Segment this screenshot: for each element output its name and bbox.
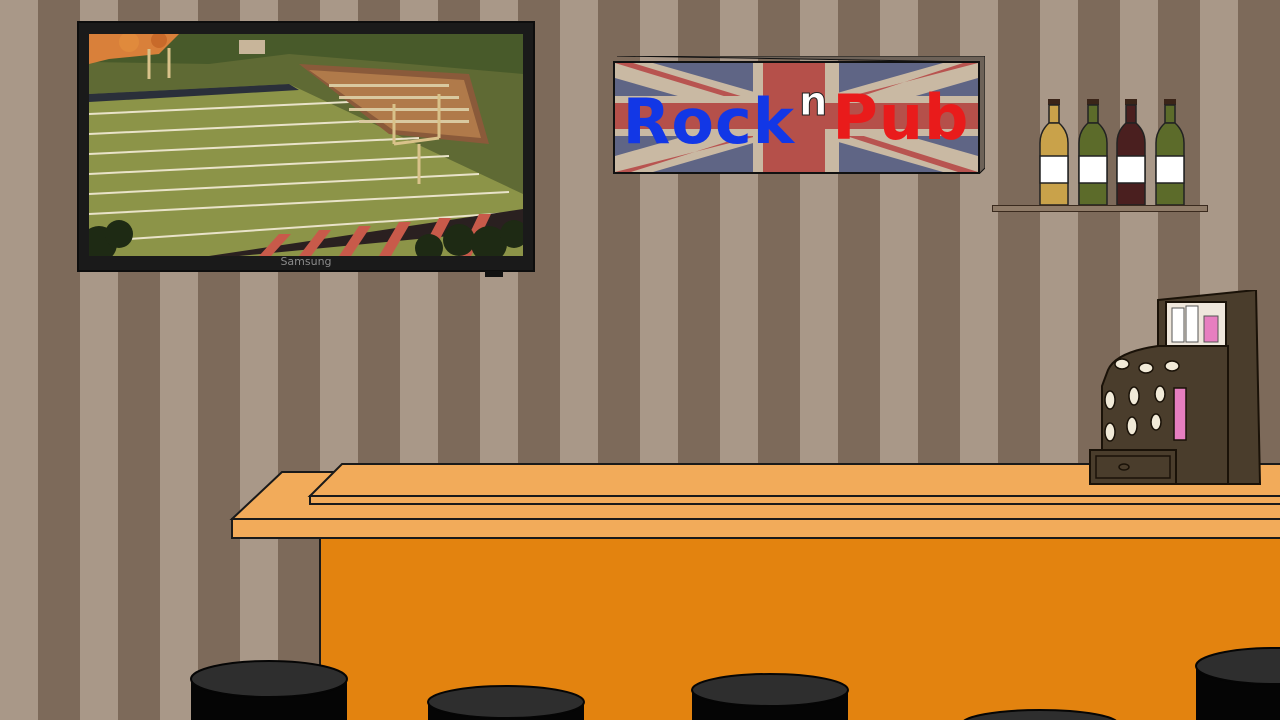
pub-scene: Samsung Rock n Pub	[0, 0, 1280, 720]
stool-icon[interactable]	[426, 684, 586, 720]
stool-icon[interactable]	[690, 672, 850, 720]
stool-icon[interactable]	[189, 659, 349, 720]
stool-icon[interactable]	[960, 708, 1120, 720]
cash-register-icon[interactable]	[1088, 290, 1264, 486]
stool-icon[interactable]	[1194, 646, 1280, 720]
